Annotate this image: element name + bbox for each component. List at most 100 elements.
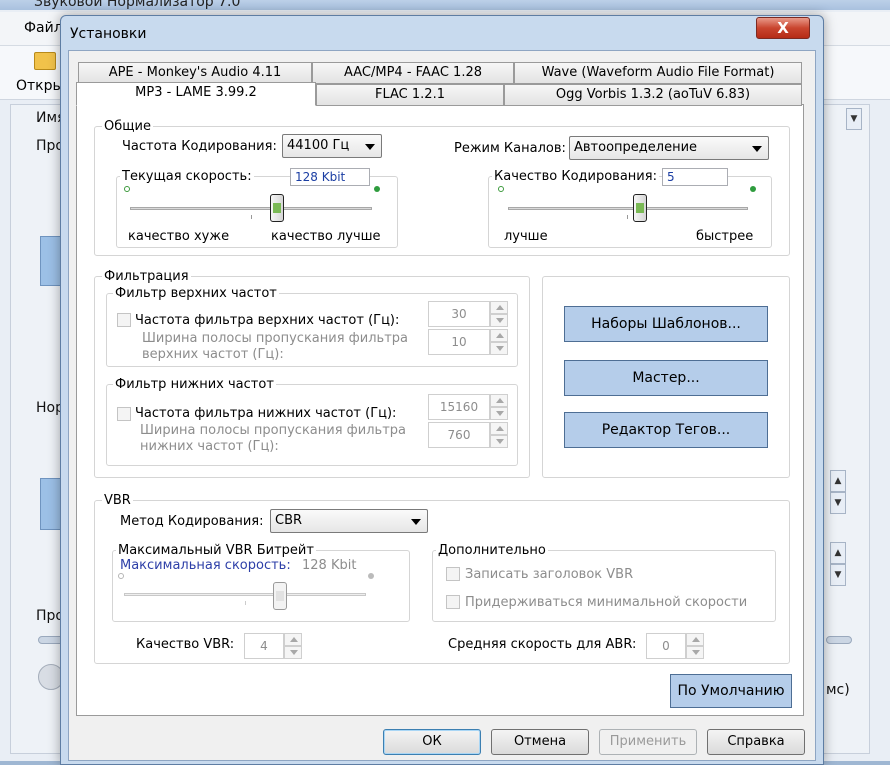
bg-seek-right[interactable] — [826, 636, 852, 644]
lowpass-check-label[interactable]: Частота фильтра нижних частот (Гц): — [135, 406, 396, 421]
abr-up[interactable] — [686, 633, 704, 646]
vbr-method-value: CBR — [275, 513, 303, 528]
quality-min-dot — [498, 186, 504, 192]
vbr-quality-up[interactable] — [284, 633, 302, 646]
highpass-freq-input[interactable]: 30 — [428, 301, 490, 327]
scroll-up-icon[interactable]: ▲ — [830, 470, 846, 492]
channel-mode-select[interactable]: Автоопределение — [569, 136, 769, 160]
dialog-title: Установки — [70, 26, 147, 42]
lowpass-width-up[interactable] — [490, 422, 508, 435]
abr-label: Средняя скорость для ABR: — [448, 637, 637, 652]
general-group-title: Общие — [102, 119, 153, 134]
vbr-strict-checkbox[interactable] — [446, 595, 460, 609]
lowpass-width-input[interactable]: 760 — [428, 422, 490, 448]
highpass-width-input[interactable]: 10 — [428, 329, 490, 355]
quality-slider-track[interactable] — [508, 207, 748, 210]
vbr-slider-track[interactable] — [124, 593, 366, 596]
close-button[interactable]: X — [756, 17, 810, 39]
quality-max-dot — [750, 186, 756, 192]
vbr-extra-box — [432, 550, 776, 622]
highpass-width-down[interactable] — [490, 342, 508, 355]
bitrate-left-label: качество хуже — [128, 229, 230, 244]
vbr-max-value: 128 Kbit — [302, 558, 357, 573]
vbr-slider-max-dot — [368, 573, 374, 579]
vbr-method-select[interactable]: CBR — [270, 509, 428, 533]
abr-input[interactable]: 0 — [646, 633, 686, 659]
slider-min-dot — [124, 186, 130, 192]
scroll-down-icon[interactable]: ▼ — [830, 492, 846, 514]
chevron-down-icon[interactable]: ▼ — [846, 108, 862, 130]
cancel-button[interactable]: Отмена — [491, 729, 589, 755]
vbr-quality-input[interactable]: 4 — [244, 633, 284, 659]
abr-down[interactable] — [686, 646, 704, 659]
bitrate-label: Текущая скорость: — [120, 169, 254, 184]
defaults-button[interactable]: По Умолчанию — [670, 674, 792, 708]
lowpass-group-title: Фильтр нижних частот — [113, 377, 276, 392]
highpass-width-label-2: верхних частот (Гц): — [142, 347, 284, 362]
bg-button-1[interactable] — [40, 236, 62, 286]
bg-ms-label: мс) — [826, 682, 850, 698]
open-folder-icon[interactable] — [34, 52, 56, 70]
lowpass-width-label-2: нижних частот (Гц): — [140, 439, 279, 454]
tab-ape[interactable]: APE - Monkey's Audio 4.11 — [78, 62, 312, 84]
lowpass-width-down[interactable] — [490, 435, 508, 448]
quality-right-label: быстрее — [696, 229, 754, 244]
vbr-group-title: VBR — [102, 493, 133, 508]
apply-button[interactable]: Применить — [599, 729, 697, 755]
presets-button[interactable]: Наборы Шаблонов... — [564, 306, 768, 342]
lowpass-width-label-1: Ширина полосы пропускания фильтра — [140, 423, 406, 438]
slider-tick — [627, 215, 628, 219]
help-button[interactable]: Справка — [707, 729, 805, 755]
lowpass-freq-down[interactable] — [490, 407, 508, 420]
main-window-title: Звуковой Нормализатор 7.0 — [34, 0, 241, 10]
vbr-quality-down[interactable] — [284, 646, 302, 659]
lowpass-freq-up[interactable] — [490, 394, 508, 407]
chevron-down-icon — [752, 146, 762, 152]
vbr-strict-label[interactable]: Придерживаться минимальной скорости — [465, 595, 747, 610]
bitrate-slider-thumb[interactable] — [270, 194, 284, 222]
slider-tick — [245, 601, 246, 605]
slider-max-dot — [374, 186, 380, 192]
channel-mode-label: Режим Каналов: — [454, 141, 566, 156]
highpass-freq-up[interactable] — [490, 301, 508, 314]
quality-label: Качество Кодирования: — [492, 169, 659, 184]
tab-wave[interactable]: Wave (Waveform Audio File Format) — [514, 62, 802, 84]
open-button-label[interactable]: Откры — [16, 78, 64, 94]
frequency-value: 44100 Гц — [287, 138, 350, 153]
bitrate-right-label: качество лучше — [271, 229, 381, 244]
vbr-extra-title: Дополнительно — [436, 543, 548, 558]
vbr-slider-thumb[interactable] — [273, 582, 287, 610]
tab-aac[interactable]: AAC/MP4 - FAAC 1.28 — [312, 62, 514, 84]
slider-tick — [251, 215, 252, 219]
highpass-width-up[interactable] — [490, 329, 508, 342]
filter-group-title: Фильтрация — [102, 269, 191, 284]
chevron-down-icon — [365, 144, 375, 150]
wizard-button[interactable]: Мастер... — [564, 360, 768, 396]
vbr-header-label[interactable]: Записать заголовок VBR — [465, 567, 633, 582]
tab-mp3[interactable]: MP3 - LAME 3.99.2 — [76, 82, 316, 106]
lowpass-freq-input[interactable]: 15160 — [428, 394, 490, 420]
vbr-header-checkbox[interactable] — [446, 567, 460, 581]
quality-slider-thumb[interactable] — [633, 194, 647, 222]
lowpass-checkbox[interactable] — [117, 407, 131, 421]
highpass-group-title: Фильтр верхних частот — [113, 286, 279, 301]
highpass-freq-down[interactable] — [490, 314, 508, 327]
scroll-up-icon-2[interactable]: ▲ — [830, 542, 846, 564]
frequency-select[interactable]: 44100 Гц — [282, 134, 382, 158]
highpass-checkbox[interactable] — [117, 313, 131, 327]
tab-flac[interactable]: FLAC 1.2.1 — [316, 84, 504, 106]
menu-file[interactable]: Файл — [24, 20, 63, 36]
tab-ogg[interactable]: Ogg Vorbis 1.3.2 (aoTuV 6.83) — [504, 84, 802, 106]
vbr-max-label: Максимальная скорость: — [120, 558, 291, 573]
highpass-check-label[interactable]: Частота фильтра верхних частот (Гц): — [135, 313, 399, 328]
chevron-down-icon — [411, 519, 421, 525]
tag-editor-button[interactable]: Редактор Тегов... — [564, 412, 768, 448]
bitrate-value: 128 Kbit — [290, 168, 370, 186]
channel-mode-value: Автоопределение — [574, 140, 698, 155]
ok-button[interactable]: ОК — [383, 729, 481, 755]
bg-button-2[interactable] — [40, 478, 62, 530]
bitrate-slider-track[interactable] — [130, 207, 372, 210]
scroll-down-icon-2[interactable]: ▼ — [830, 564, 846, 586]
highpass-width-label-1: Ширина полосы пропускания фильтра — [142, 331, 408, 346]
vbr-quality-label: Качество VBR: — [136, 637, 235, 652]
